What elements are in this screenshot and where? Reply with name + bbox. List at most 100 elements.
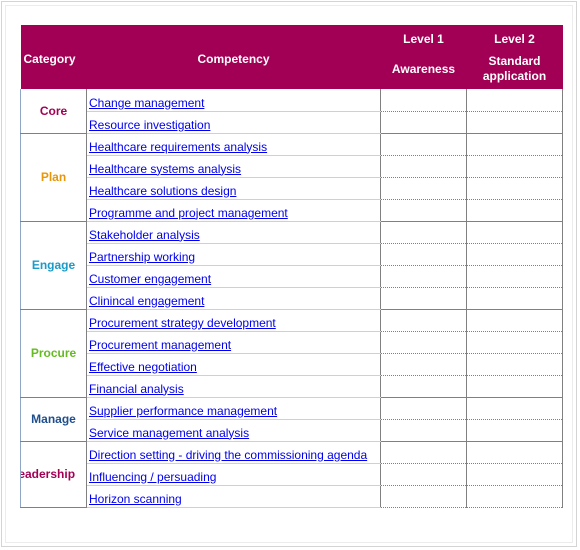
competency-cell: Programme and project management [86, 199, 381, 222]
competency-cell: Healthcare systems analysis [86, 155, 381, 178]
competency-cell: Resource investigation [86, 111, 381, 134]
level2-cell[interactable] [466, 375, 563, 398]
table-row: Procure Procurement strategy development [20, 309, 563, 398]
table-row: Effective negotiation [21, 353, 563, 376]
competency-link[interactable]: Healthcare requirements analysis [89, 140, 267, 154]
level1-cell[interactable] [380, 397, 467, 420]
header-level2-name-line1: Standard [488, 54, 541, 68]
competency-link[interactable]: Customer engagement [89, 272, 211, 286]
competency-link[interactable]: Clinincal engagement [89, 294, 204, 308]
competency-cell: Direction setting - driving the commissi… [86, 441, 381, 464]
competency-cell: Clinincal engagement [86, 287, 381, 310]
competency-link[interactable]: Healthcare systems analysis [89, 162, 241, 176]
competency-link[interactable]: Partnership working [89, 250, 195, 264]
table-row: Engage Stakeholder analysis [20, 221, 563, 310]
table-header: Category Competency Level 1 Level 2 Awar… [20, 25, 563, 89]
level2-cell[interactable] [466, 177, 563, 200]
table-row: Programme and project management [21, 199, 563, 222]
competency-link[interactable]: Financial analysis [89, 382, 184, 396]
competency-matrix-table: Category Competency Level 1 Level 2 Awar… [20, 25, 563, 508]
competency-link[interactable]: Change management [89, 96, 204, 110]
table-row: Clinincal engagement [21, 287, 563, 310]
competency-cell: Procurement management [86, 331, 381, 354]
level1-cell[interactable] [380, 177, 467, 200]
table-row: Influencing / persuading [21, 463, 563, 486]
competency-link[interactable]: Direction setting - driving the commissi… [89, 448, 367, 462]
competency-link[interactable]: Horizon scanning [89, 492, 182, 506]
level2-cell[interactable] [466, 111, 563, 134]
table-body: Core Change management Resource investigat… [20, 89, 563, 508]
competency-cell: Supplier performance management [86, 397, 381, 420]
category-cell: Core [20, 89, 87, 134]
level1-cell[interactable] [380, 419, 467, 442]
level2-cell[interactable] [466, 353, 563, 376]
level1-cell[interactable] [380, 375, 467, 398]
competency-cell: Effective negotiation [86, 353, 381, 376]
competency-link[interactable]: Service management analysis [89, 426, 249, 440]
level1-cell[interactable] [380, 133, 467, 156]
level1-cell[interactable] [380, 265, 467, 288]
level2-cell[interactable] [466, 221, 563, 244]
table-row: Partnership working [21, 243, 563, 266]
table-row: Customer engagement [21, 265, 563, 288]
competency-cell: Procurement strategy development [86, 309, 381, 332]
competency-link[interactable]: Supplier performance management [89, 404, 277, 418]
category-cell: Plan [20, 133, 87, 222]
level1-cell[interactable] [380, 89, 467, 112]
level1-cell[interactable] [380, 199, 467, 222]
competency-link[interactable]: Programme and project management [89, 206, 288, 220]
level1-cell[interactable] [380, 309, 467, 332]
level2-cell[interactable] [466, 441, 563, 464]
category-cell: Engage [20, 221, 87, 310]
level2-cell[interactable] [466, 397, 563, 420]
header-level2-name: Standard application [466, 49, 563, 89]
level2-cell[interactable] [466, 199, 563, 222]
level2-cell[interactable] [466, 155, 563, 178]
table-row: Financial analysis [21, 375, 563, 398]
competency-link[interactable]: Healthcare solutions design [89, 184, 236, 198]
level1-cell[interactable] [380, 221, 467, 244]
level1-cell[interactable] [380, 243, 467, 266]
level2-cell[interactable] [466, 331, 563, 354]
competency-link[interactable]: Resource investigation [89, 118, 210, 132]
level2-cell[interactable] [466, 89, 563, 112]
level2-cell[interactable] [466, 485, 563, 508]
category-cell: Procure [20, 309, 87, 398]
header-level1: Level 1 [380, 25, 467, 49]
competency-cell: Stakeholder analysis [86, 221, 381, 244]
category-cell: Manage [20, 397, 87, 442]
level1-cell[interactable] [380, 353, 467, 376]
level1-cell[interactable] [380, 287, 467, 310]
competency-cell: Service management analysis [86, 419, 381, 442]
header-level2: Level 2 [466, 25, 563, 49]
level2-cell[interactable] [466, 265, 563, 288]
table-row: .eadership Direction setting - driving th… [20, 441, 563, 508]
table-row: Service management analysis [21, 419, 563, 442]
competency-cell: Customer engagement [86, 265, 381, 288]
level2-cell[interactable] [466, 243, 563, 266]
competency-link[interactable]: Effective negotiation [89, 360, 197, 374]
competency-cell: Change management [86, 89, 381, 112]
level1-cell[interactable] [380, 155, 467, 178]
level2-cell[interactable] [466, 463, 563, 486]
level2-cell[interactable] [466, 419, 563, 442]
table-row: Plan Healthcare requirements analysis [20, 133, 563, 222]
level2-cell[interactable] [466, 287, 563, 310]
competency-link[interactable]: Procurement management [89, 338, 231, 352]
competency-link[interactable]: Procurement strategy development [89, 316, 276, 330]
level2-cell[interactable] [466, 133, 563, 156]
level1-cell[interactable] [380, 463, 467, 486]
competency-cell: Influencing / persuading [86, 463, 381, 486]
table-row: Procurement management [21, 331, 563, 354]
category-cell: .eadership [20, 441, 87, 508]
competency-link[interactable]: Stakeholder analysis [89, 228, 200, 242]
level1-cell[interactable] [380, 441, 467, 464]
level1-cell[interactable] [380, 331, 467, 354]
level2-cell[interactable] [466, 309, 563, 332]
header-competency: Competency [86, 25, 381, 89]
competency-cell: Partnership working [86, 243, 381, 266]
competency-link[interactable]: Influencing / persuading [89, 470, 216, 484]
level1-cell[interactable] [380, 111, 467, 134]
header-level1-name: Awareness [380, 49, 467, 89]
level1-cell[interactable] [380, 485, 467, 508]
